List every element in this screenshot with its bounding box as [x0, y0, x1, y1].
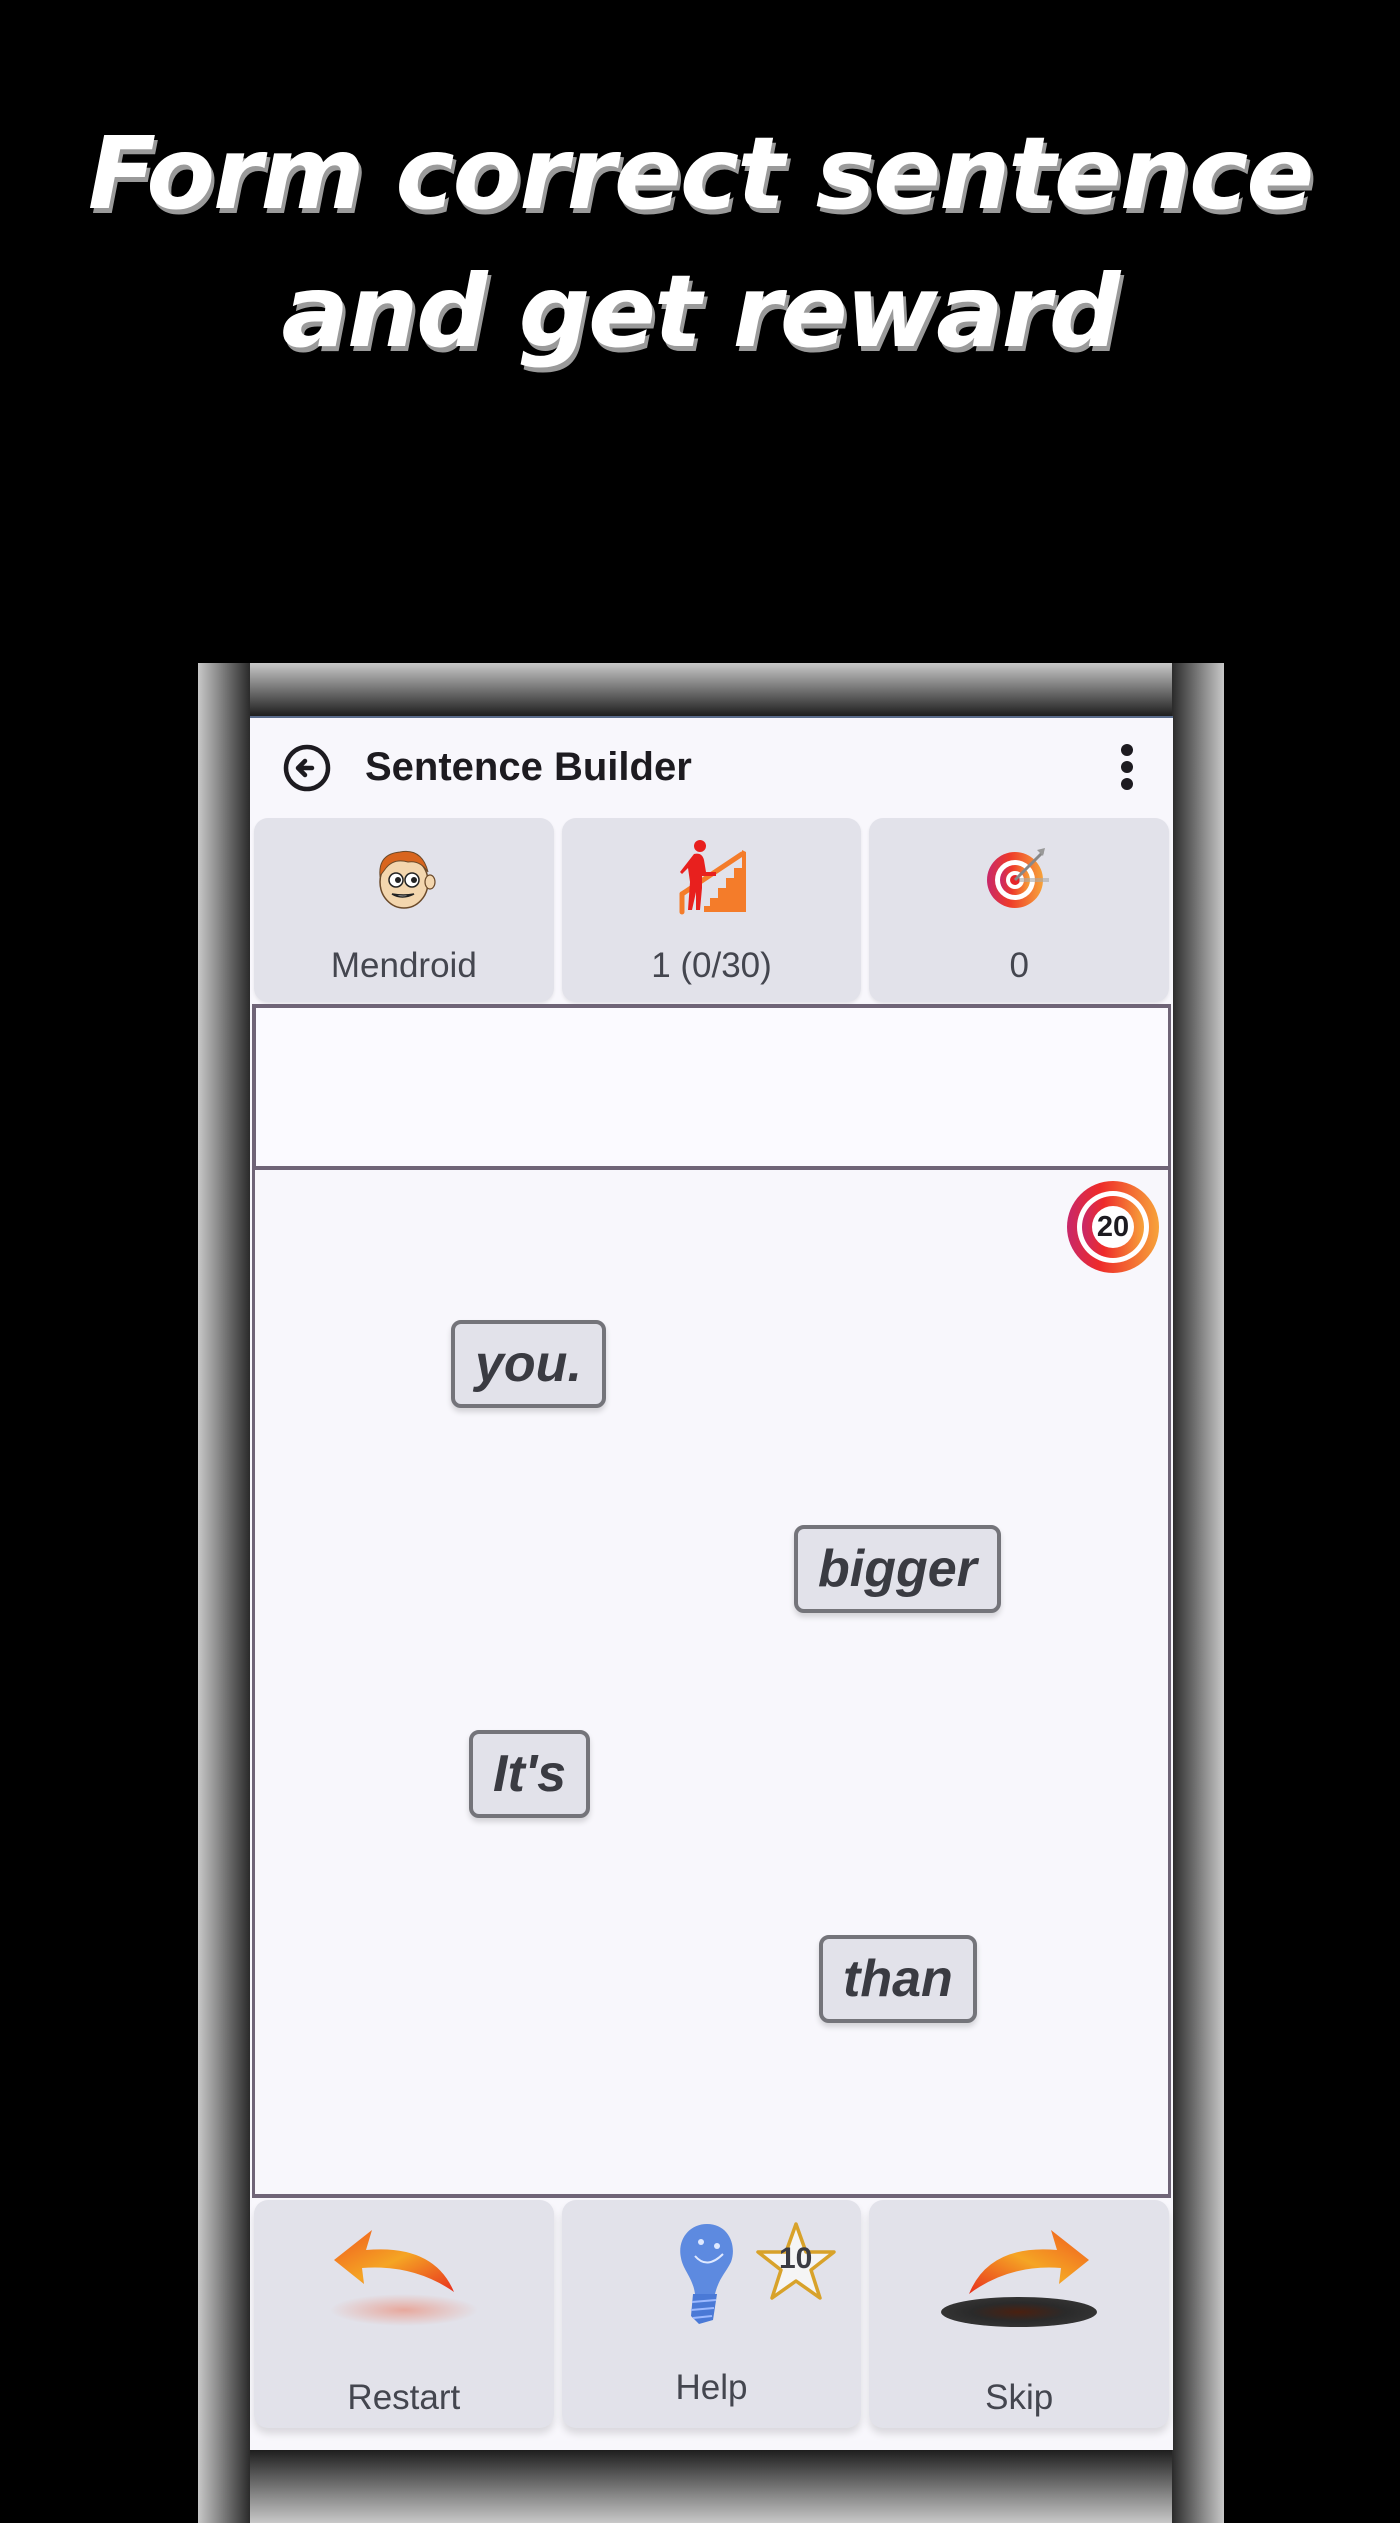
- curved-arrow-right-icon: [941, 2230, 1098, 2327]
- word-tile[interactable]: It's: [469, 1730, 591, 1818]
- lightbulb-icon: [679, 2224, 733, 2324]
- help-badge-count: 10: [778, 2242, 813, 2275]
- word-tile[interactable]: you.: [451, 1320, 606, 1408]
- promo-headline: Form correct sentence and get reward: [0, 105, 1400, 381]
- word-text: than: [843, 1950, 953, 2008]
- promo-line-1: Form correct sentence: [87, 115, 1314, 232]
- word-tile[interactable]: than: [819, 1935, 977, 2023]
- stat-level[interactable]: 1 (0/30): [561, 818, 862, 1002]
- back-button[interactable]: [282, 743, 332, 793]
- app-bar: Sentence Builder: [250, 718, 1173, 816]
- restart-button[interactable]: Restart: [254, 2200, 554, 2428]
- word-play-area: 20 you. bigger It's than: [252, 1170, 1171, 2198]
- word-text: bigger: [818, 1540, 977, 1598]
- curved-arrow-left-icon: [329, 2230, 478, 2326]
- timer-value: 20: [1096, 1211, 1130, 1243]
- stat-score[interactable]: 0: [869, 818, 1170, 1002]
- target-arrow-icon: [987, 848, 1050, 908]
- help-button[interactable]: 10 Help: [561, 2200, 862, 2428]
- circle-arrow-left-icon: [283, 744, 331, 792]
- answer-drop-area[interactable]: [252, 1004, 1171, 1170]
- word-text: you.: [475, 1335, 582, 1393]
- page-title: Sentence Builder: [365, 745, 692, 789]
- more-options-button[interactable]: [1119, 744, 1135, 792]
- climbing-stairs-icon: [679, 840, 746, 915]
- more-vertical-icon: [1119, 744, 1135, 790]
- help-label: Help: [675, 2368, 748, 2407]
- boy-face-avatar-icon: [379, 850, 436, 909]
- skip-button[interactable]: Skip: [869, 2200, 1170, 2428]
- action-bar: Restart 10 Help Skip: [254, 2200, 1170, 2436]
- stats-bar: Mendroid 1 (0/30) 0: [254, 818, 1170, 1002]
- restart-label: Restart: [347, 2378, 461, 2417]
- word-text: It's: [493, 1745, 567, 1803]
- app-screen: Sentence Builder Mendroid 1 (0/30) 0 20 …: [250, 716, 1173, 2450]
- skip-label: Skip: [985, 2378, 1054, 2417]
- player-name: Mendroid: [330, 946, 477, 985]
- promo-line-2: and get reward: [281, 253, 1121, 370]
- level-progress: 1 (0/30): [651, 946, 772, 985]
- word-tile[interactable]: bigger: [794, 1525, 1001, 1613]
- score-value: 0: [1009, 946, 1029, 985]
- stat-player[interactable]: Mendroid: [254, 818, 554, 1002]
